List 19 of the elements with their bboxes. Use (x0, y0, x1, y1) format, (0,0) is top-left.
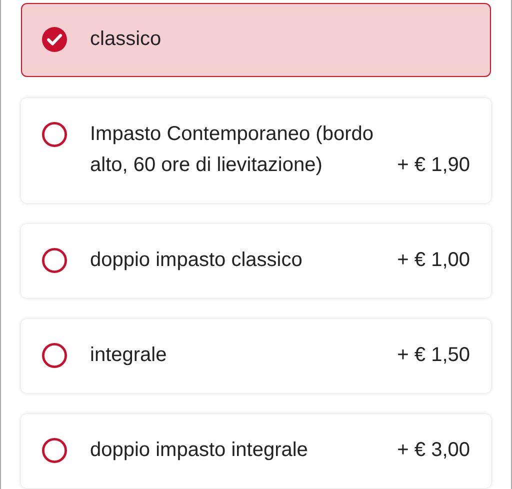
option-price: + € 1,50 (397, 343, 470, 368)
option-card[interactable]: integrale + € 1,50 (21, 319, 491, 393)
option-label: doppio impasto classico (90, 248, 304, 273)
option-label: doppio impasto integrale (90, 438, 309, 463)
option-label: integrale (90, 343, 168, 368)
checked-radio-icon[interactable] (42, 27, 67, 52)
radio-icon[interactable] (42, 248, 67, 273)
radio-icon[interactable] (42, 438, 67, 463)
option-card[interactable]: doppio impasto integrale + € 3,00 (21, 414, 491, 488)
option-price: + € 1,00 (397, 248, 470, 273)
option-price: + € 3,00 (397, 438, 470, 463)
option-card[interactable]: doppio impasto classico + € 1,00 (21, 224, 491, 298)
option-card[interactable]: Impasto Contemporaneo (bordo alto, 60 ore di lievitazione) + € 1,90 (21, 98, 491, 203)
radio-icon[interactable] (42, 122, 67, 147)
option-label: Impasto Contemporaneo (bordo alto, 60 ore di lievitazione) (90, 122, 374, 178)
option-card[interactable]: classico (21, 3, 491, 77)
radio-icon[interactable] (42, 343, 67, 368)
option-price: + € 1,90 (397, 153, 470, 178)
option-label: classico (90, 27, 162, 52)
